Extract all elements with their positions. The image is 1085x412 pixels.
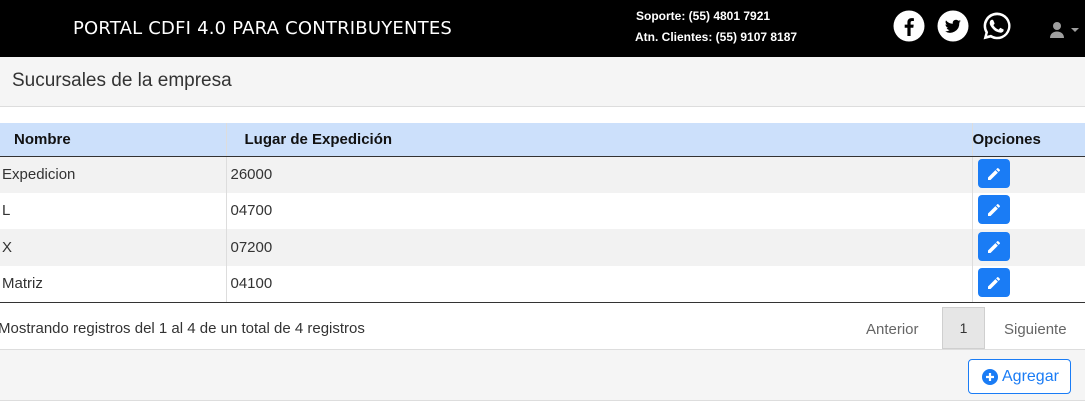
cell-opciones (972, 193, 1085, 230)
edit-button[interactable] (977, 159, 1010, 188)
whatsapp-icon[interactable] (981, 10, 1013, 42)
branches-table: Nombre Lugar de Expedición Opciones Expe… (0, 123, 1085, 303)
pencil-icon (987, 276, 1000, 289)
table-row: L 04700 (0, 192, 1085, 230)
cell-opciones (972, 156, 1085, 193)
page-title: Sucursales de la empresa (12, 70, 232, 91)
support-phone: Soporte: (55) 4801 7921 (636, 9, 771, 23)
pencil-icon (987, 204, 1000, 217)
edit-button[interactable] (977, 195, 1010, 225)
col-header-lugar[interactable]: Lugar de Expedición (226, 123, 973, 157)
table-header-row: Nombre Lugar de Expedición Opciones (0, 123, 1085, 157)
clients-phone: Atn. Clientes: (55) 9107 8187 (635, 30, 798, 44)
cell-lugar: 07200 (226, 229, 973, 266)
pagination-previous[interactable]: Anterior (866, 321, 919, 338)
table-row: Expedicion 26000 (0, 156, 1085, 193)
edit-button[interactable] (977, 268, 1010, 297)
cell-nombre: X (0, 229, 227, 266)
table-row: Matriz 04100 (0, 265, 1085, 303)
col-header-nombre[interactable]: Nombre (0, 123, 227, 157)
twitter-icon[interactable] (937, 10, 969, 42)
cell-nombre: Expedicion (0, 156, 227, 193)
panel-footer: Agregar (0, 349, 1085, 401)
cell-lugar: 04100 (226, 265, 973, 303)
add-button[interactable]: Agregar (968, 359, 1071, 394)
cell-opciones (972, 229, 1085, 266)
panel-heading: Sucursales de la empresa (0, 57, 1085, 107)
cell-opciones (972, 265, 1085, 303)
table-row: X 07200 (0, 229, 1085, 266)
cell-nombre: Matriz (0, 265, 227, 303)
user-icon (1050, 22, 1079, 38)
pencil-icon (987, 167, 1000, 180)
top-navbar: PORTAL CDFI 4.0 PARA CONTRIBUYENTES Sopo… (0, 0, 1085, 57)
add-button-label: Agregar (1002, 368, 1059, 385)
cell-nombre: L (0, 192, 227, 229)
records-info: Mostrando registros del 1 al 4 de un tot… (0, 320, 365, 337)
plus-circle-icon (982, 369, 998, 385)
pagination-page-1[interactable]: 1 (942, 307, 985, 349)
pagination-next[interactable]: Siguiente (1004, 321, 1067, 338)
user-menu[interactable] (1049, 20, 1081, 40)
pencil-icon (987, 240, 1000, 253)
cell-lugar: 04700 (226, 192, 973, 229)
portal-title: PORTAL CDFI 4.0 PARA CONTRIBUYENTES (73, 18, 453, 39)
cell-lugar: 26000 (226, 156, 973, 193)
edit-button[interactable] (977, 231, 1010, 261)
chevron-down-icon (1071, 28, 1079, 32)
facebook-icon[interactable] (893, 10, 925, 42)
col-header-opciones: Opciones (972, 123, 1085, 157)
